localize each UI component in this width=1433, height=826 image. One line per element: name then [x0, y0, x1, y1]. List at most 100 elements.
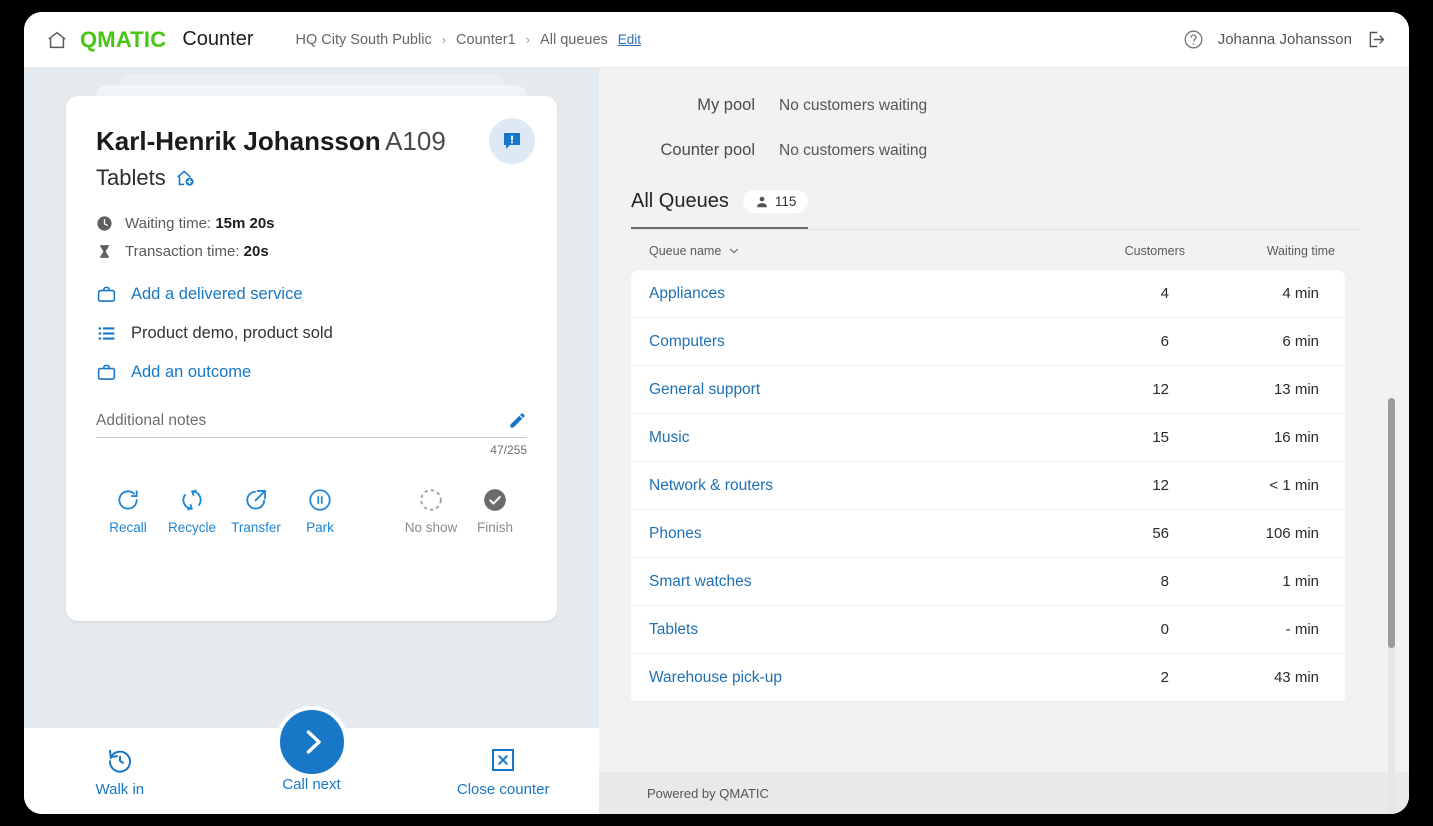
customer-name: Karl-Henrik Johansson [96, 126, 381, 156]
waiting-time-row: Waiting time: 15m 20s [96, 215, 527, 232]
table-row[interactable]: General support 12 13 min [631, 366, 1345, 414]
outcome-list-text: Product demo, product sold [131, 324, 333, 342]
queue-name-link[interactable]: Warehouse pick-up [649, 669, 1039, 687]
chevron-right-icon[interactable] [275, 705, 348, 778]
queues-scrollbar-thumb[interactable] [1388, 398, 1395, 648]
table-row[interactable]: Tablets 0 - min [631, 606, 1345, 654]
walk-in-label: Walk in [95, 780, 145, 798]
clock-icon [96, 215, 113, 232]
walk-in-clock-icon [105, 745, 135, 775]
table-row[interactable]: Appliances 4 4 min [631, 270, 1345, 318]
notes-input[interactable]: Additional notes [96, 411, 527, 438]
counter-app-window: QMATIC Counter HQ City South Public › Co… [24, 12, 1409, 814]
queue-customers-count: 15 [1152, 429, 1169, 446]
qmatic-logo: QMATIC [80, 26, 167, 52]
breadcrumb-edit-link[interactable]: Edit [618, 32, 641, 47]
breadcrumb-separator-icon: › [441, 32, 447, 47]
queues-content: My pool No customers waiting Counter poo… [599, 68, 1409, 772]
close-counter-button[interactable]: Close counter [407, 745, 599, 798]
no-show-button[interactable]: No show [399, 487, 463, 535]
queue-waiting-time: 43 min [1273, 669, 1319, 686]
logout-icon[interactable] [1366, 29, 1387, 50]
queue-name-link[interactable]: General support [649, 381, 1039, 399]
queues-scrollbar[interactable] [1388, 398, 1395, 814]
queue-customers-count: 0 [1160, 621, 1169, 638]
park-icon [307, 487, 333, 513]
queue-name-link[interactable]: Computers [649, 333, 1039, 351]
table-row[interactable]: Phones 56 106 min [631, 510, 1345, 558]
call-next-button[interactable]: Call next [216, 705, 408, 793]
add-delivered-service-link[interactable]: Add a delivered service [131, 285, 303, 304]
service-line: Tablets [96, 165, 527, 191]
waiting-time-value: 15m 20s [215, 215, 275, 232]
breadcrumb-item-counter[interactable]: Counter1 [456, 32, 516, 48]
queue-name-link[interactable]: Smart watches [649, 573, 1039, 591]
user-name[interactable]: Johanna Johansson [1218, 31, 1352, 48]
column-header-customers[interactable]: Customers [1055, 244, 1185, 258]
table-row[interactable]: Music 15 16 min [631, 414, 1345, 462]
column-header-queue-name[interactable]: Queue name [649, 244, 1055, 258]
pencil-icon[interactable] [508, 411, 527, 430]
close-counter-label: Close counter [456, 780, 550, 798]
queue-total-count: 115 [774, 194, 797, 209]
app-header: QMATIC Counter HQ City South Public › Co… [24, 12, 1409, 68]
queue-waiting-time: < 1 min [1269, 477, 1319, 494]
transfer-label: Transfer [231, 520, 281, 535]
hourglass-icon [96, 243, 113, 260]
chevron-down-icon [728, 245, 740, 257]
counter-pool-value: No customers waiting [779, 141, 928, 159]
queue-customers-count: 56 [1152, 525, 1169, 542]
queue-customers-count: 6 [1160, 333, 1169, 350]
notes-placeholder: Additional notes [96, 412, 207, 429]
breadcrumb-item-queues[interactable]: All queues [540, 32, 608, 48]
recall-label: Recall [109, 520, 147, 535]
queue-name-link[interactable]: Phones [649, 525, 1039, 543]
transfer-button[interactable]: Transfer [224, 487, 288, 535]
park-label: Park [306, 520, 334, 535]
queues-table-scroll: Appliances 4 4 min Computers 6 6 min General s… [631, 270, 1361, 772]
transaction-time-value: 20s [243, 243, 269, 260]
tab-all-queues[interactable]: All Queues 115 [631, 190, 809, 230]
queue-customers-count: 12 [1152, 381, 1169, 398]
notes-character-counter: 47/255 [490, 443, 527, 457]
my-pool-row: My pool No customers waiting [631, 96, 1361, 115]
add-outcome-link[interactable]: Add an outcome [131, 363, 251, 382]
finish-button[interactable]: Finish [463, 487, 527, 535]
walk-in-button[interactable]: Walk in [24, 745, 216, 798]
counter-pool-row: Counter pool No customers waiting [631, 141, 1361, 160]
breadcrumb: HQ City South Public › Counter1 › All qu… [296, 32, 642, 48]
finish-label: Finish [476, 520, 513, 535]
queue-waiting-time: 1 min [1282, 573, 1319, 590]
alert-message-icon[interactable] [489, 118, 535, 164]
recycle-button[interactable]: Recycle [160, 487, 224, 535]
queue-name-link[interactable]: Music [649, 429, 1039, 447]
help-circle-icon[interactable] [1183, 29, 1204, 50]
queue-customers-count: 4 [1160, 285, 1169, 302]
status-badge: 115 [742, 190, 809, 213]
queue-waiting-time: 16 min [1273, 429, 1319, 446]
add-service-home-icon[interactable] [174, 167, 196, 189]
no-show-icon [418, 487, 444, 513]
queue-name-link[interactable]: Appliances [649, 285, 1039, 303]
service-links: Add a delivered service Product demo, pr… [96, 284, 527, 383]
table-row[interactable]: Computers 6 6 min [631, 318, 1345, 366]
add-delivered-service-row[interactable]: Add a delivered service [96, 284, 527, 305]
queue-name-link[interactable]: Tablets [649, 621, 1039, 639]
no-show-label: No show [404, 520, 458, 535]
queue-name-link[interactable]: Network & routers [649, 477, 1039, 495]
app-title: Counter [182, 28, 254, 50]
breadcrumb-item-site[interactable]: HQ City South Public [296, 32, 432, 48]
table-row[interactable]: Smart watches 8 1 min [631, 558, 1345, 606]
additional-notes-section: Additional notes 47/255 [96, 411, 527, 457]
add-outcome-row[interactable]: Add an outcome [96, 362, 527, 383]
table-row[interactable]: Network & routers 12 < 1 min [631, 462, 1345, 510]
table-row[interactable]: Warehouse pick-up 2 43 min [631, 654, 1345, 702]
footer-text: Powered by QMATIC [647, 785, 769, 801]
home-icon[interactable] [46, 29, 68, 51]
queue-customers-count: 2 [1160, 669, 1169, 686]
recall-button[interactable]: Recall [96, 487, 160, 535]
briefcase-icon [96, 362, 117, 383]
park-button[interactable]: Park [288, 487, 352, 535]
column-header-waiting-time[interactable]: Waiting time [1185, 244, 1335, 258]
queue-waiting-time: 4 min [1282, 285, 1319, 302]
